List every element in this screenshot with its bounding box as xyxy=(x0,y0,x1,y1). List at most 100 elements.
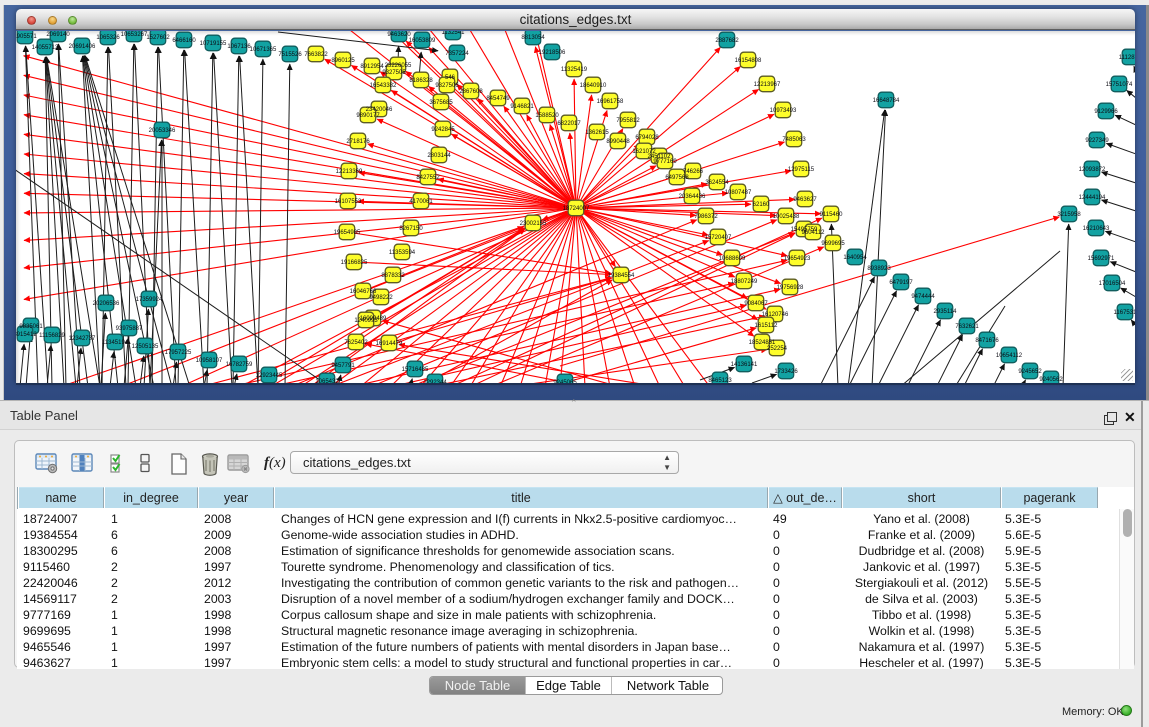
svg-text:12975115: 12975115 xyxy=(788,167,815,173)
svg-text:15692971: 15692971 xyxy=(1088,256,1115,262)
svg-text:15720407: 15720407 xyxy=(705,235,732,241)
svg-text:20206536: 20206536 xyxy=(93,301,120,307)
svg-text:18724007: 18724007 xyxy=(563,206,590,212)
svg-text:17359924: 17359924 xyxy=(136,297,163,303)
svg-text:9227349: 9227349 xyxy=(1085,138,1109,144)
svg-text:7955812: 7955812 xyxy=(616,118,640,124)
svg-text:18640910: 18640910 xyxy=(580,83,607,89)
svg-text:1527602: 1527602 xyxy=(146,35,170,41)
svg-text:19218506: 19218506 xyxy=(539,50,566,56)
svg-text:19166825: 19166825 xyxy=(341,260,368,266)
svg-text:10654112: 10654112 xyxy=(996,353,1023,359)
svg-text:2867608: 2867608 xyxy=(459,89,483,95)
svg-text:16782759: 16782759 xyxy=(226,362,253,368)
svg-text:8990448: 8990448 xyxy=(606,139,630,145)
svg-text:14055713: 14055713 xyxy=(32,45,59,51)
svg-text:8813054: 8813054 xyxy=(521,35,545,41)
svg-text:20053346: 20053346 xyxy=(149,128,176,134)
svg-text:1167531: 1167531 xyxy=(1114,310,1135,316)
svg-text:6794028: 6794028 xyxy=(635,135,659,141)
svg-text:12093872: 12093872 xyxy=(1079,167,1106,173)
svg-text:9474444: 9474444 xyxy=(911,294,935,300)
svg-text:1588520: 1588520 xyxy=(535,113,559,119)
svg-text:10973493: 10973493 xyxy=(770,108,797,114)
svg-text:8471676: 8471676 xyxy=(975,338,999,344)
svg-text:1240993: 1240993 xyxy=(354,318,378,324)
svg-text:252254: 252254 xyxy=(767,346,788,352)
svg-text:6479197: 6479197 xyxy=(889,280,913,286)
svg-text:10025438: 10025438 xyxy=(773,214,800,220)
svg-text:15716485: 15716485 xyxy=(402,367,429,373)
svg-text:10688609: 10688609 xyxy=(719,256,746,262)
svg-text:9146821: 9146821 xyxy=(510,104,534,110)
svg-text:8267150: 8267150 xyxy=(399,226,423,232)
svg-text:7485063: 7485063 xyxy=(782,137,806,143)
svg-text:12923445: 12923445 xyxy=(256,373,283,379)
svg-text:9115460: 9115460 xyxy=(820,212,844,218)
svg-text:23226055: 23226055 xyxy=(385,63,412,69)
svg-text:93975887: 93975887 xyxy=(116,326,143,332)
svg-text:2718176: 2718176 xyxy=(346,139,370,145)
svg-text:19654985: 19654985 xyxy=(334,230,361,236)
svg-text:12213967: 12213967 xyxy=(754,82,781,88)
svg-text:12505135: 12505135 xyxy=(132,344,159,350)
svg-text:18807249: 18807249 xyxy=(731,279,758,285)
svg-text:9457791: 9457791 xyxy=(331,363,355,369)
svg-text:16154808: 16154808 xyxy=(735,58,762,64)
svg-text:11156829: 11156829 xyxy=(39,333,65,339)
svg-text:12444194: 12444194 xyxy=(1079,195,1106,201)
svg-text:6497568: 6497568 xyxy=(665,175,689,181)
svg-text:17957225: 17957225 xyxy=(165,350,192,356)
svg-text:7357224: 7357224 xyxy=(445,51,469,57)
svg-text:8878332: 8878332 xyxy=(381,273,405,279)
svg-text:8427552: 8427552 xyxy=(416,175,440,181)
svg-text:9463627: 9463627 xyxy=(793,197,817,203)
svg-text:9327505: 9327505 xyxy=(382,70,406,76)
svg-text:16648784: 16648784 xyxy=(873,98,900,104)
svg-text:9498222: 9498222 xyxy=(369,295,393,301)
svg-text:11345194: 11345194 xyxy=(102,340,129,346)
svg-text:16961758: 16961758 xyxy=(597,99,624,105)
svg-text:9129966: 9129966 xyxy=(1094,109,1118,115)
svg-text:10807487: 10807487 xyxy=(725,190,752,196)
svg-text:8454749: 8454749 xyxy=(486,96,510,102)
svg-text:546: 546 xyxy=(445,75,456,81)
svg-text:7632621: 7632621 xyxy=(955,324,979,330)
svg-text:1733426: 1733426 xyxy=(774,369,798,375)
svg-text:9084067: 9084067 xyxy=(744,301,768,307)
svg-text:7515526: 7515526 xyxy=(278,52,302,58)
svg-text:7625402: 7625402 xyxy=(344,340,368,346)
svg-text:12213369: 12213369 xyxy=(336,169,363,175)
svg-text:14136141: 14136141 xyxy=(731,362,758,368)
svg-text:16053809: 16053809 xyxy=(409,38,436,44)
svg-text:2887682: 2887682 xyxy=(715,38,739,44)
svg-text:9245652: 9245652 xyxy=(1018,369,1042,375)
svg-text:16120746: 16120746 xyxy=(762,312,789,318)
svg-text:8912954: 8912954 xyxy=(360,64,384,70)
svg-text:23002155: 23002155 xyxy=(520,221,547,227)
svg-text:1640954: 1640954 xyxy=(843,255,867,261)
svg-text:2069140: 2069140 xyxy=(46,32,70,38)
svg-text:17016504: 17016504 xyxy=(1099,281,1126,287)
svg-text:16210643: 16210643 xyxy=(1083,226,1110,232)
svg-text:19756928: 19756928 xyxy=(777,285,804,291)
svg-text:1905571: 1905571 xyxy=(16,34,37,40)
svg-text:20364436: 20364436 xyxy=(679,194,706,200)
svg-text:10653267: 10653267 xyxy=(121,32,148,38)
svg-text:10719155: 10719155 xyxy=(200,41,227,47)
svg-text:6466160: 6466160 xyxy=(172,38,196,44)
svg-text:1067136: 1067136 xyxy=(227,44,251,50)
svg-text:15751074: 15751074 xyxy=(1106,82,1133,88)
svg-text:19654923: 19654923 xyxy=(784,256,811,262)
svg-text:10958107: 10958107 xyxy=(196,358,223,364)
svg-text:2803144: 2803144 xyxy=(427,153,451,159)
svg-text:7986372: 7986372 xyxy=(694,214,718,220)
svg-text:12342737: 12342737 xyxy=(69,336,96,342)
svg-text:8186328: 8186328 xyxy=(409,78,433,84)
svg-text:10671365: 10671365 xyxy=(250,47,277,53)
svg-text:16543382: 16543382 xyxy=(370,83,397,89)
svg-text:3915412: 3915412 xyxy=(16,332,37,338)
svg-text:1132541: 1132541 xyxy=(442,31,466,36)
svg-text:3215958: 3215958 xyxy=(1057,212,1081,218)
svg-text:9327506: 9327506 xyxy=(435,83,459,89)
